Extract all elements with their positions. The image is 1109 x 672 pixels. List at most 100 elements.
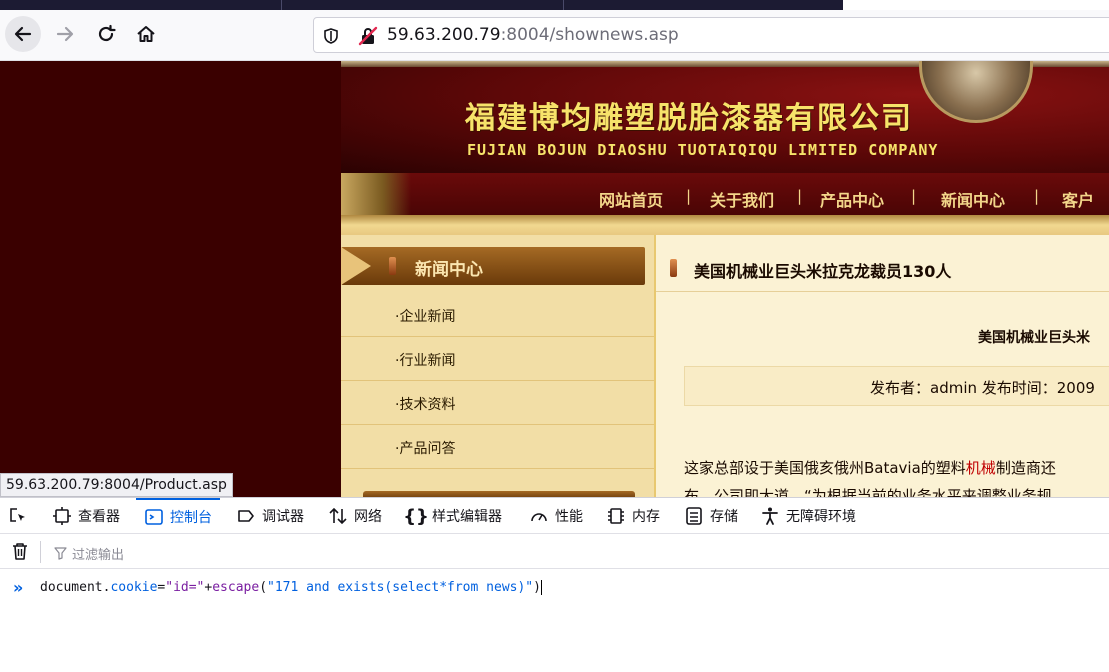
memory-icon (606, 506, 626, 526)
code-token: cookie (110, 580, 158, 595)
tab-label: 调试器 (262, 509, 304, 525)
tab-label: 网络 (354, 509, 382, 525)
web-page: 福建博均雕塑脱胎漆器有限公司 FUJIAN BOJUN DIAOSHU TUOT… (0, 61, 1109, 497)
filter-funnel-icon (54, 547, 67, 560)
menu-separator: | (1034, 187, 1040, 205)
text-caret (540, 580, 542, 595)
company-name-chinese: 福建博均雕塑脱胎漆器有限公司 (465, 101, 913, 136)
back-arrow-icon (14, 26, 32, 42)
storage-icon (684, 506, 704, 526)
performance-icon (529, 506, 549, 526)
code-token: "171 and exists(select*from news)" (267, 580, 534, 595)
menu-item-products[interactable]: 产品中心 (820, 187, 884, 211)
tab-performance[interactable]: 性能 (529, 498, 583, 534)
tab-accessibility[interactable]: 无障碍环境 (760, 498, 856, 534)
devtools-panel: 查看器 控制台 调试器 网络 {} 样式编辑器 性能 内存 存储 无障碍环境 过… (0, 497, 1109, 671)
article-heading: 美国机械业巨头米拉克龙裁员130人 (694, 262, 952, 281)
code-token: ( (259, 580, 268, 595)
element-picker-icon (8, 506, 28, 526)
article-body-text: 这家总部设于美国俄亥俄州Batavia的塑料 (684, 459, 966, 477)
code-token: "id=" (165, 580, 205, 595)
sidebar-item-company-news[interactable]: ·企业新闻 (341, 293, 654, 337)
sidebar-item-product-faq[interactable]: ·产品问答 (341, 425, 654, 469)
style-editor-icon: {} (403, 505, 429, 527)
sidebar: 新闻中心 ·企业新闻 ·行业新闻 ·技术资料 ·产品问答 (341, 235, 654, 497)
console-command-line[interactable]: document.cookie="id="+escape("171 and ex… (40, 580, 542, 595)
link-status-tooltip: 59.63.200.79:8004/Product.asp (0, 473, 233, 497)
forward-button[interactable] (47, 16, 83, 52)
console-prompt-icon: » (13, 578, 24, 597)
decorative-band (341, 215, 1109, 235)
tab-label: 查看器 (78, 509, 120, 525)
tab-label: 性能 (555, 509, 583, 525)
tab-storage[interactable]: 存储 (684, 498, 738, 534)
article-body-line: 这家总部设于美国俄亥俄州Batavia的塑料机械制造商还 (684, 457, 1056, 478)
tab-label: 无障碍环境 (786, 509, 856, 525)
code-token: document (40, 580, 103, 595)
url-text[interactable]: 59.63.200.79:8004/shownews.asp (387, 25, 679, 45)
menu-item-about[interactable]: 关于我们 (710, 187, 774, 211)
accessibility-icon (760, 506, 780, 526)
navigation-toolbar: 59.63.200.79:8004/shownews.asp (0, 10, 1109, 61)
menu-separator: | (911, 187, 917, 205)
url-bar[interactable]: 59.63.200.79:8004/shownews.asp (313, 17, 1109, 53)
reload-icon (98, 24, 116, 42)
article-body-line: 布，公司即大道，“为根据当前的业务水平来调整业务规 (684, 487, 1052, 497)
tab-label: 存储 (710, 509, 738, 525)
tab-inspector[interactable]: 查看器 (52, 498, 120, 534)
site-menu: 网站首页 | 关于我们 | 产品中心 | 新闻中心 | 客户案 (341, 173, 1109, 234)
sidebar-header-bullet-icon (389, 257, 396, 275)
tab-separator (281, 0, 282, 10)
article-panel: 美国机械业巨头米拉克龙裁员130人 美国机械业巨头米 发布者：admin 发布时… (656, 235, 1109, 497)
network-icon (328, 506, 348, 526)
menu-item-home[interactable]: 网站首页 (599, 187, 663, 211)
tab-separator (563, 0, 564, 10)
filter-output-input[interactable]: 过滤输出 (54, 544, 124, 563)
toolbar-separator (40, 541, 41, 563)
sidebar-item-tech-docs[interactable]: ·技术资料 (341, 381, 654, 425)
article-rule (656, 291, 1109, 292)
article-meta: 发布者：admin 发布时间：2009 (870, 379, 1095, 397)
debugger-icon (236, 506, 256, 526)
site-container: 福建博均雕塑脱胎漆器有限公司 FUJIAN BOJUN DIAOSHU TUOT… (341, 61, 1109, 497)
tab-console[interactable]: 控制台 (136, 498, 220, 534)
console-toolbar: 过滤输出 (0, 535, 1109, 569)
tab-memory[interactable]: 内存 (606, 498, 660, 534)
filter-placeholder: 过滤输出 (72, 548, 125, 563)
article-bullet-icon (670, 259, 677, 277)
home-button[interactable] (128, 16, 164, 52)
tab-style-editor[interactable]: {} 样式编辑器 (403, 498, 502, 534)
tab-label: 样式编辑器 (432, 509, 502, 525)
tab-debugger[interactable]: 调试器 (236, 498, 304, 534)
forward-arrow-icon (56, 26, 74, 42)
article-meta-box: 发布者：admin 发布时间：2009 (684, 366, 1109, 406)
sidebar-title: 新闻中心 (415, 260, 483, 280)
menu-ornament (341, 173, 411, 215)
insecure-lock-icon[interactable] (358, 26, 378, 50)
console-input-area[interactable]: » document.cookie="id="+escape("171 and … (0, 570, 1109, 672)
sidebar-header-arrow-icon (341, 247, 371, 285)
reload-button[interactable] (88, 16, 124, 52)
banner-emblem-logo (919, 61, 1033, 123)
article-subtitle: 美国机械业巨头米 (978, 330, 1090, 346)
element-picker-button[interactable] (8, 498, 28, 534)
tab-network[interactable]: 网络 (328, 498, 382, 534)
sidebar-item-industry-news[interactable]: ·行业新闻 (341, 337, 654, 381)
article-keyword-link[interactable]: 机械 (966, 459, 996, 477)
clear-console-trash-icon[interactable] (11, 541, 29, 565)
back-button[interactable] (5, 16, 41, 52)
menu-separator: | (686, 187, 692, 205)
sidebar-header: 新闻中心 (341, 247, 645, 285)
url-path: :8004/shownews.asp (500, 25, 679, 45)
tab-label: 内存 (632, 509, 660, 525)
inspector-icon (52, 506, 72, 526)
menu-item-news[interactable]: 新闻中心 (941, 187, 1005, 211)
tracking-protection-shield-icon[interactable] (322, 27, 340, 49)
home-icon (137, 26, 155, 42)
tab-strip (0, 0, 1109, 10)
console-icon (144, 507, 164, 527)
article-body-text: 制造商还 (995, 459, 1056, 477)
site-banner: 福建博均雕塑脱胎漆器有限公司 FUJIAN BOJUN DIAOSHU TUOT… (341, 61, 1109, 173)
url-host: 59.63.200.79 (387, 25, 501, 45)
tab-label: 控制台 (170, 510, 212, 526)
